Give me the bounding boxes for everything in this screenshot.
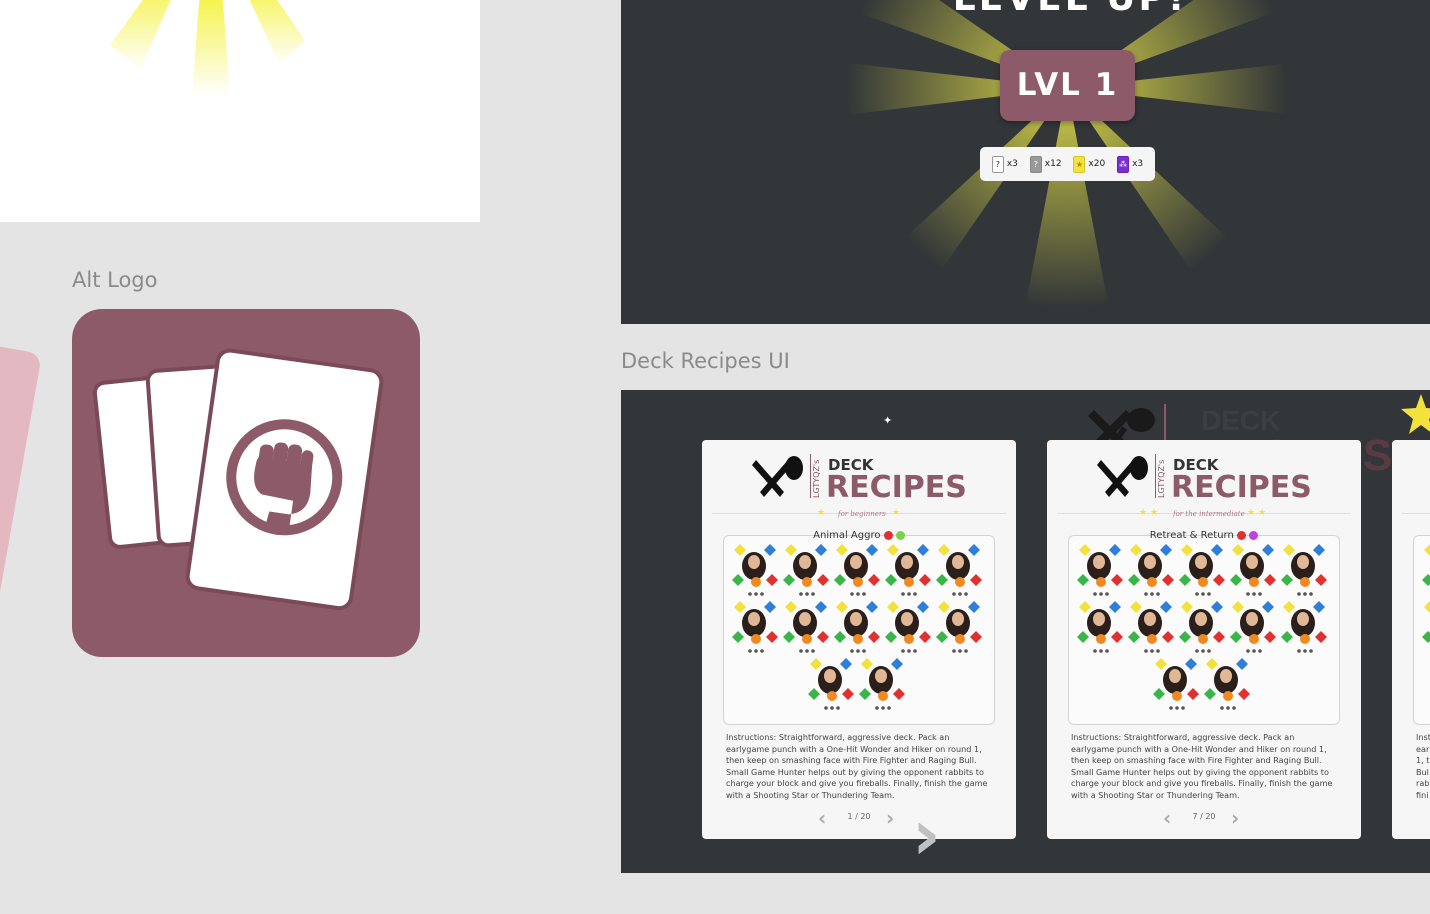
card-thumbnails-graphic	[732, 544, 982, 710]
stars-icon: ★★	[1139, 508, 1162, 518]
instruction-line: Bul	[1416, 766, 1429, 777]
epic-card-icon: ⁂	[1117, 155, 1130, 173]
difficulty-subtitle: for the intermediate	[1173, 510, 1245, 518]
card-thumbnails-graphic	[1422, 544, 1430, 643]
instruction-line: rab	[1416, 778, 1430, 789]
reward-item: ? x3	[991, 155, 1018, 173]
header-divider	[1155, 454, 1156, 498]
reward-item: ? x12	[1029, 155, 1062, 173]
recipe-card[interactable]: LGTYQZ's DECK RECIPES ★★ ★★ for the inte…	[1047, 440, 1361, 839]
star-icon: ★	[817, 508, 826, 518]
star-card-icon: ★	[1073, 155, 1086, 173]
brand-label: LGTYQZ's	[812, 459, 821, 498]
fork-spoon-icon	[752, 456, 803, 497]
green-energy-icon	[895, 530, 905, 540]
red-energy-icon	[1237, 530, 1246, 540]
stars-icon: ★★	[1247, 508, 1270, 518]
rare-card-icon: ?	[1029, 155, 1042, 173]
instruction-line: ear	[1416, 743, 1430, 754]
deck-instructions-partial: Inst ear 1, th Bul rab fini	[1416, 732, 1430, 802]
alt-logo	[72, 309, 420, 657]
deck-instructions: Instructions: Straightforward, aggressiv…	[1071, 732, 1333, 800]
instruction-line: Inst	[1416, 732, 1430, 742]
deck-name-text: Retreat & Return	[1149, 530, 1234, 541]
recipe-card-partial[interactable]: Inst ear 1, th Bul rab fini	[1392, 440, 1430, 839]
next-page-button[interactable]: ›	[886, 806, 894, 830]
difficulty-subtitle: for beginners	[838, 510, 886, 518]
deck-card-grid	[723, 535, 995, 725]
deck-name-text: Animal Aggro	[813, 530, 881, 541]
next-arrow-icon[interactable]: ›	[912, 800, 941, 870]
cursor-icon: ✦	[883, 414, 893, 427]
reward-count: x3	[1006, 159, 1018, 169]
pink-card-partial	[0, 334, 42, 650]
level-badge: LVL 1	[1000, 50, 1135, 121]
next-page-button[interactable]: ›	[1231, 806, 1239, 830]
page-indicator: 1 / 20	[847, 812, 871, 821]
deck-name: Retreat & Return	[1047, 530, 1361, 541]
recipes-word: RECIPES	[1171, 470, 1312, 505]
deck-name: Animal Aggro	[702, 530, 1016, 541]
recipes-word: RECIPES	[826, 470, 967, 505]
header-rule	[1402, 513, 1430, 514]
card-thumbnails-graphic	[1077, 544, 1327, 710]
deck-card-grid	[1413, 535, 1430, 725]
light-rays-graphic	[110, 0, 305, 95]
instruction-line: fini	[1416, 789, 1429, 800]
fist-cards-logo-icon	[92, 348, 384, 611]
header-divider	[810, 454, 811, 498]
alt-logo-label: Alt Logo	[72, 268, 158, 292]
red-energy-icon	[883, 530, 893, 540]
level-up-title: LEVEL UP!	[890, 0, 1250, 19]
instruction-line: 1, th	[1416, 755, 1430, 766]
fork-spoon-icon	[1097, 456, 1148, 497]
reward-count: x20	[1088, 159, 1106, 169]
brand-label: LGTYQZ's	[1157, 459, 1166, 498]
preview-frame-rays	[0, 0, 480, 222]
reward-count: x3	[1132, 159, 1144, 169]
page-indicator: 7 / 20	[1192, 812, 1216, 821]
rewards-bar: ? x3 ? x12 ★ x20 ⁂ x3	[980, 147, 1155, 181]
star-icon: ★	[892, 508, 901, 518]
deck-recipes-label: Deck Recipes UI	[621, 349, 790, 373]
recipe-card[interactable]: LGTYQZ's DECK RECIPES ★ ★ for beginners	[702, 440, 1016, 839]
common-card-icon: ?	[991, 155, 1004, 173]
deck-card-grid	[1068, 535, 1340, 725]
reward-count: x12	[1044, 159, 1062, 169]
reward-item: ★ x20	[1073, 155, 1106, 173]
reward-item: ⁂ x3	[1117, 155, 1144, 173]
deck-instructions: Instructions: Straightforward, aggressiv…	[726, 732, 988, 800]
star-icon	[1401, 394, 1430, 434]
purple-energy-icon	[1249, 530, 1259, 540]
